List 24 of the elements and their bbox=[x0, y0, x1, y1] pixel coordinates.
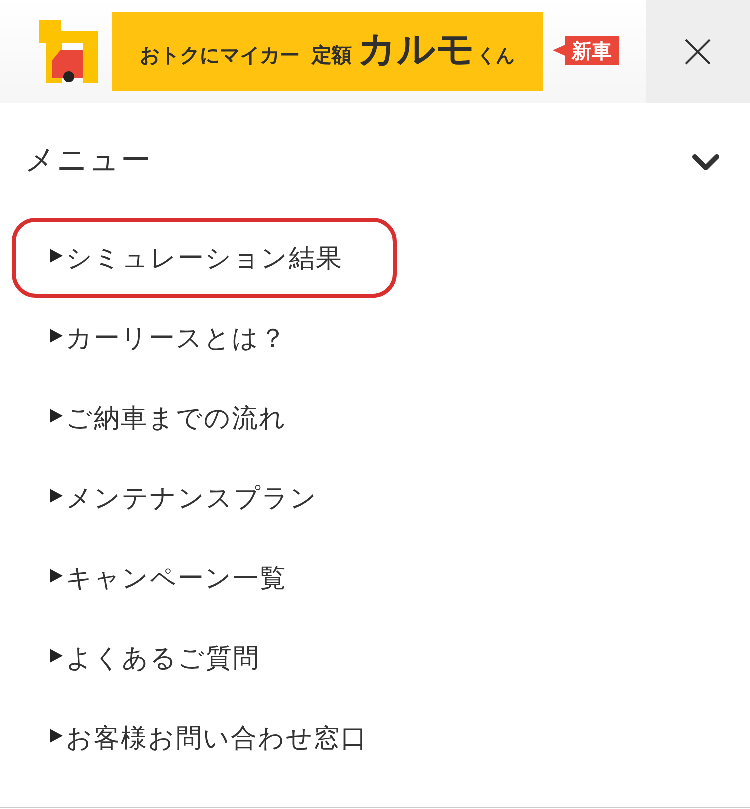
menu-item[interactable]: シミュレーション結果 bbox=[12, 218, 397, 298]
triangle-icon bbox=[50, 489, 63, 503]
menu-item[interactable]: カーリースとは？ bbox=[12, 298, 341, 378]
triangle-icon bbox=[50, 329, 63, 343]
triangle-icon bbox=[50, 569, 63, 583]
triangle-icon bbox=[50, 729, 63, 743]
brand-banner[interactable]: おトクにマイカー 定額 カルモ くん bbox=[112, 12, 543, 91]
triangle-icon bbox=[50, 649, 63, 663]
banner-tagline: おトクにマイカー bbox=[140, 44, 300, 67]
menu-item[interactable]: よくあるご質問 bbox=[12, 618, 314, 698]
menu-item[interactable]: キャンペーン一覧 bbox=[12, 538, 341, 618]
menu-title: メニュー bbox=[25, 142, 152, 180]
chevron-down-icon[interactable] bbox=[692, 154, 720, 172]
menu-item[interactable]: メンテナンスプラン bbox=[12, 458, 372, 538]
brand-name: カルモ bbox=[358, 28, 475, 72]
brand-suffix: くん bbox=[477, 46, 515, 68]
menu-item[interactable]: ご納車までの流れ bbox=[12, 378, 341, 458]
car-logo-icon[interactable] bbox=[38, 20, 100, 84]
triangle-icon bbox=[50, 249, 63, 263]
menu-item[interactable]: お客様お問い合わせ窓口 bbox=[12, 698, 422, 778]
banner-plan: 定額 bbox=[312, 44, 352, 67]
close-icon bbox=[685, 38, 711, 64]
new-car-badge: 新車 bbox=[553, 36, 619, 66]
triangle-icon bbox=[50, 409, 63, 423]
